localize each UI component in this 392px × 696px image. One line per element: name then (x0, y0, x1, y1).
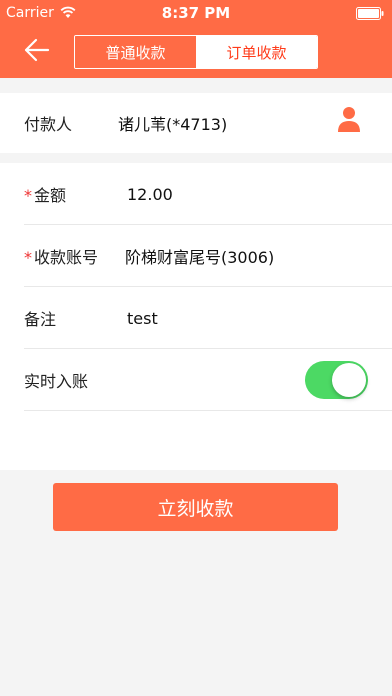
payer-label: 付款人 (24, 115, 73, 134)
battery-icon (356, 7, 384, 20)
page: Carrier 8:37 PM 普通收款 订单收款 付款人 诸儿苇(*4713) (0, 0, 392, 696)
amount-input[interactable]: 12.00 (127, 185, 173, 204)
payment-form: * 金额 12.00 * 收款账号 阶梯财富尾号(3006) 备注 test 实时入… (0, 163, 392, 470)
realtime-row: 实时入账 (0, 349, 392, 411)
amount-row[interactable]: * 金额 12.00 (0, 163, 392, 225)
account-label-text: 收款账号 (34, 248, 99, 267)
back-arrow-icon[interactable] (22, 36, 50, 64)
required-mark: * (24, 186, 32, 205)
header: Carrier 8:37 PM 普通收款 订单收款 (0, 0, 392, 78)
person-icon[interactable] (337, 105, 361, 133)
amount-label: * 金额 (24, 182, 66, 206)
realtime-label: 实时入账 (24, 372, 89, 391)
realtime-toggle[interactable] (305, 361, 368, 399)
account-label: * 收款账号 (24, 244, 98, 268)
divider (24, 410, 392, 411)
tab-normal-payment[interactable]: 普通收款 (75, 36, 196, 68)
status-bar: Carrier 8:37 PM (0, 0, 392, 26)
note-input[interactable]: test (127, 309, 158, 328)
submit-payment-button[interactable]: 立刻收款 (53, 483, 338, 531)
required-mark: * (24, 248, 32, 267)
note-row[interactable]: 备注 test (0, 287, 392, 349)
payer-section: 付款人 诸儿苇(*4713) (0, 93, 392, 153)
account-value[interactable]: 阶梯财富尾号(3006) (125, 244, 274, 268)
account-row[interactable]: * 收款账号 阶梯财富尾号(3006) (0, 225, 392, 287)
tab-order-payment[interactable]: 订单收款 (196, 36, 317, 68)
payer-row[interactable]: 付款人 诸儿苇(*4713) (0, 93, 392, 153)
payer-value: 诸儿苇(*4713) (118, 115, 228, 134)
toggle-knob (332, 363, 366, 397)
note-label: 备注 (24, 310, 57, 329)
amount-label-text: 金额 (34, 186, 67, 205)
clock: 8:37 PM (161, 4, 231, 22)
payment-type-segmented-control: 普通收款 订单收款 (74, 35, 318, 69)
